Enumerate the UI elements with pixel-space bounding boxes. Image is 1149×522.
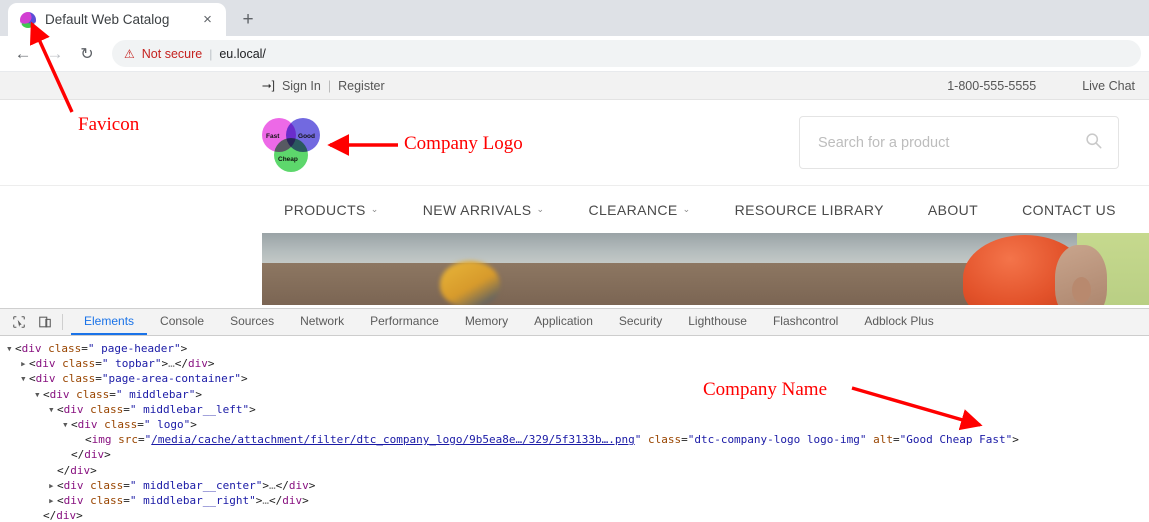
search-input[interactable] <box>816 133 1085 152</box>
tab-flashcontrol[interactable]: Flashcontrol <box>760 309 851 335</box>
topbar-right: 1-800-555-5555 Live Chat <box>947 79 1149 93</box>
nav-label: ABOUT <box>927 201 979 218</box>
topbar-divider: | <box>327 78 332 93</box>
dom-tree-row[interactable]: <div class=" middlebar__center">…</div> <box>4 478 1149 493</box>
search-icon[interactable] <box>1085 132 1102 154</box>
disclosure-triangle-icon[interactable] <box>6 341 15 356</box>
tab-security[interactable]: Security <box>606 309 675 335</box>
tab-lighthouse[interactable]: Lighthouse <box>675 309 760 335</box>
dom-tree-row[interactable]: <img src="/media/cache/attachment/filter… <box>4 432 1149 447</box>
nav-item-new-arrivals[interactable]: NEW ARRIVALS ⌄ <box>401 202 567 218</box>
nav-item-about[interactable]: ABOUT <box>906 202 1000 218</box>
dom-tree-row[interactable]: <div class=" page-header"> <box>4 341 1149 356</box>
nav-item-resource-library[interactable]: RESOURCE LIBRARY <box>713 202 906 218</box>
browser-chrome: Default Web Catalog × + ← → ↻ ⚠ Not secu… <box>0 0 1149 71</box>
web-page: ⭢] Sign In | Register 1-800-555-5555 Liv… <box>0 71 1149 343</box>
tab-memory[interactable]: Memory <box>452 309 521 335</box>
dom-tree-row[interactable]: <div class="page-area-container"> <box>4 371 1149 386</box>
device-toolbar-icon[interactable] <box>32 309 58 335</box>
dom-tree-row[interactable]: <div class=" middlebar__right">…</div> <box>4 493 1149 508</box>
tab-sources[interactable]: Sources <box>217 309 287 335</box>
tab-network[interactable]: Network <box>287 309 357 335</box>
reload-button[interactable]: ↻ <box>72 39 102 69</box>
browser-toolbar: ← → ↻ ⚠ Not secure | eu.local/ <box>0 36 1149 71</box>
chevron-down-icon: ⌄ <box>536 204 545 214</box>
omnibox-separator: | <box>209 46 213 61</box>
browser-tab[interactable]: Default Web Catalog × <box>8 3 226 36</box>
dom-tree-row[interactable]: <div class=" middlebar"> <box>4 387 1149 402</box>
devtools-tabbar: Elements Console Sources Network Perform… <box>0 309 1149 336</box>
nav-item-products[interactable]: PRODUCTS ⌄ <box>262 202 401 218</box>
nav-label: CONTACT US <box>1022 201 1116 218</box>
nav-label: RESOURCE LIBRARY <box>734 201 884 218</box>
forward-button[interactable]: → <box>40 39 70 69</box>
site-middlebar: Fast Good Cheap <box>0 100 1149 185</box>
register-link[interactable]: Register <box>338 79 385 93</box>
devtools-panel: Elements Console Sources Network Perform… <box>0 308 1149 522</box>
warning-icon: ⚠ <box>124 46 135 61</box>
live-chat-link[interactable]: Live Chat <box>1082 79 1135 93</box>
favicon-icon <box>20 11 36 28</box>
tab-title: Default Web Catalog <box>45 12 170 27</box>
chevron-down-icon: ⌄ <box>370 204 379 214</box>
nav-item-clearance[interactable]: CLEARANCE ⌄ <box>566 202 712 218</box>
nav-label: PRODUCTS <box>284 201 366 218</box>
disclosure-triangle-icon[interactable] <box>34 387 43 402</box>
disclosure-triangle-icon[interactable] <box>20 371 29 386</box>
dom-tree-row[interactable]: </div> <box>4 508 1149 522</box>
tab-performance[interactable]: Performance <box>357 309 452 335</box>
dom-tree[interactable]: <div class=" page-header"><div class=" t… <box>0 336 1149 522</box>
product-search-box[interactable] <box>799 116 1119 169</box>
tab-strip: Default Web Catalog × + <box>0 0 1149 36</box>
tab-adblock-plus[interactable]: Adblock Plus <box>851 309 946 335</box>
disclosure-triangle-icon[interactable] <box>48 493 57 508</box>
annotation-company-name: Company Name <box>703 379 828 400</box>
security-status[interactable]: Not secure <box>142 47 202 61</box>
logo-label-good: Good <box>298 132 315 140</box>
close-tab-icon[interactable]: × <box>199 11 216 28</box>
dom-tree-row[interactable]: <div class=" topbar">…</div> <box>4 356 1149 371</box>
hero-banner-image <box>262 233 1149 305</box>
tab-elements[interactable]: Elements <box>71 309 148 335</box>
nav-label: CLEARANCE <box>588 201 678 218</box>
sign-in-icon: ⭢] <box>262 78 275 92</box>
venn-diagram-icon <box>262 114 320 172</box>
main-navigation: PRODUCTS ⌄ NEW ARRIVALS ⌄ CLEARANCE ⌄ RE… <box>0 185 1149 233</box>
logo-label-fast: Fast <box>266 132 280 140</box>
dom-tree-row[interactable]: </div> <box>4 447 1149 462</box>
address-bar[interactable]: ⚠ Not secure | eu.local/ <box>112 40 1141 67</box>
inspect-element-icon[interactable] <box>6 309 32 335</box>
nav-label: NEW ARRIVALS <box>422 201 532 218</box>
phone-number[interactable]: 1-800-555-5555 <box>947 79 1036 93</box>
chevron-down-icon: ⌄ <box>682 204 691 214</box>
toolbar-divider <box>62 314 63 330</box>
company-logo[interactable]: Fast Good Cheap <box>262 114 320 172</box>
url-text: eu.local/ <box>219 46 266 61</box>
disclosure-triangle-icon[interactable] <box>48 402 57 417</box>
logo-label-cheap: Cheap <box>278 155 298 163</box>
site-topbar: ⭢] Sign In | Register 1-800-555-5555 Liv… <box>0 72 1149 100</box>
tab-console[interactable]: Console <box>147 309 217 335</box>
new-tab-button[interactable]: + <box>234 5 262 33</box>
back-button[interactable]: ← <box>8 39 38 69</box>
topbar-left: ⭢] Sign In | Register <box>262 78 385 93</box>
disclosure-triangle-icon[interactable] <box>62 417 71 432</box>
annotation-favicon: Favicon <box>78 114 140 135</box>
dom-tree-row[interactable]: <div class=" logo"> <box>4 417 1149 432</box>
nav-item-contact-us[interactable]: CONTACT US <box>1000 202 1138 218</box>
dom-tree-row[interactable]: <div class=" middlebar__left"> <box>4 402 1149 417</box>
disclosure-triangle-icon[interactable] <box>20 356 29 371</box>
dom-tree-row[interactable]: </div> <box>4 463 1149 478</box>
annotation-company-logo: Company Logo <box>404 133 523 154</box>
disclosure-triangle-icon[interactable] <box>48 478 57 493</box>
sign-in-link[interactable]: Sign In <box>282 79 321 93</box>
tab-application[interactable]: Application <box>521 309 606 335</box>
